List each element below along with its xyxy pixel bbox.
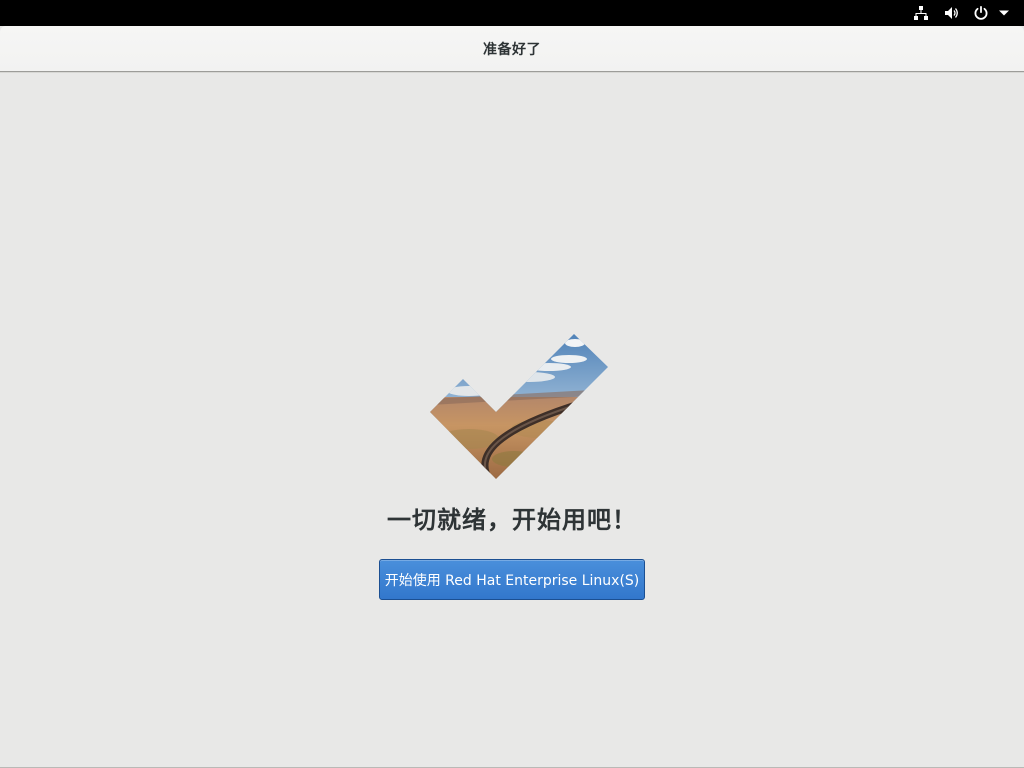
main-content: 一切就绪，开始用吧！ 开始使用 Red Hat Enterprise Linux… [0,72,1024,768]
power-icon[interactable] [972,4,990,22]
checkmark-landscape-image [430,334,608,479]
dropdown-arrow-icon[interactable] [998,4,1010,22]
ready-heading: 一切就绪，开始用吧！ [387,506,637,534]
volume-icon[interactable] [942,4,960,22]
system-menu[interactable] [972,4,1010,22]
setup-window: 准备好了 一切就绪，开始用吧！ 开始使用 Red Hat Enterprise … [0,26,1024,768]
top-bar [0,0,1024,26]
window-title: 准备好了 [483,41,541,58]
network-icon[interactable] [912,4,930,22]
system-tray [912,0,1010,26]
start-using-button[interactable]: 开始使用 Red Hat Enterprise Linux(S) [379,559,645,600]
start-button-label: 开始使用 Red Hat Enterprise Linux(S) [384,572,640,589]
header-bar: 准备好了 [0,26,1024,72]
